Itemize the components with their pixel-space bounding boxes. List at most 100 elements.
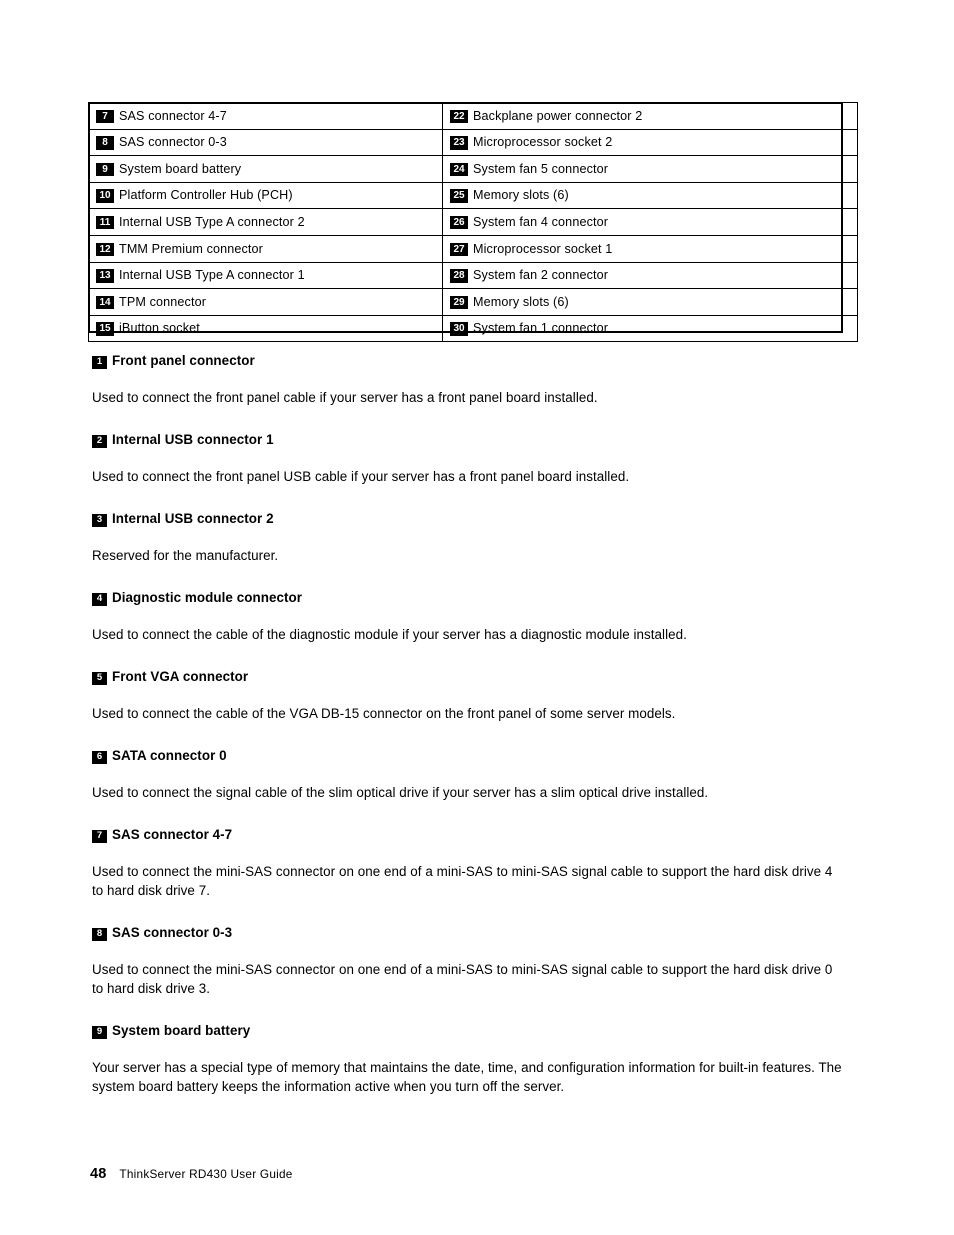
legend-cell-right: 26 System fan 4 connector bbox=[442, 208, 858, 236]
document-page: 7 SAS connector 4-7 22 Backplane power conn… bbox=[0, 0, 954, 1235]
section-heading: 4 Diagnostic module connector bbox=[92, 589, 844, 607]
callout-number-badge: 10 bbox=[96, 189, 114, 203]
callout-number-badge: 3 bbox=[92, 514, 107, 527]
callout-number-badge: 7 bbox=[92, 830, 107, 843]
legend-label: Platform Controller Hub (PCH) bbox=[119, 188, 293, 203]
legend-table: 7 SAS connector 4-7 22 Backplane power conn… bbox=[88, 102, 858, 343]
legend-cell-left: 13 Internal USB Type A connector 1 bbox=[88, 261, 443, 290]
section-heading-text: Front panel connector bbox=[112, 353, 255, 368]
callout-number-badge: 5 bbox=[92, 672, 107, 685]
section-heading: 7 SAS connector 4-7 bbox=[92, 826, 844, 844]
legend-label: System fan 2 connector bbox=[473, 268, 609, 283]
legend-label: Memory slots (6) bbox=[473, 188, 569, 203]
callout-number-badge: 28 bbox=[450, 269, 468, 283]
legend-label: iButton socket bbox=[119, 321, 200, 336]
section-heading: 1 Front panel connector bbox=[92, 352, 844, 370]
legend-cell-left: 12 TMM Premium connector bbox=[88, 234, 443, 263]
callout-number-badge: 4 bbox=[92, 593, 107, 606]
legend-cell-right: 27 Microprocessor socket 1 bbox=[442, 234, 858, 263]
page-footer: 48 ThinkServer RD430 User Guide bbox=[90, 1166, 293, 1182]
legend-label: Backplane power connector 2 bbox=[473, 108, 643, 123]
callout-number-badge: 26 bbox=[450, 215, 468, 230]
section-heading: 6 SATA connector 0 bbox=[92, 747, 844, 765]
section-body-text: Used to connect the front panel USB cabl… bbox=[92, 469, 630, 484]
heading-body-spacer bbox=[92, 844, 844, 862]
callout-number-badge: 7 bbox=[96, 109, 114, 124]
callout-number-badge: 22 bbox=[450, 109, 468, 124]
callout-number-badge: 27 bbox=[450, 242, 468, 257]
callout-number-badge: 14 bbox=[96, 295, 114, 310]
callout-number-badge: 6 bbox=[92, 751, 107, 764]
legend-cell-left: 10 Platform Controller Hub (PCH) bbox=[88, 181, 443, 210]
section-body-text: Used to connect the cable of the diagnos… bbox=[92, 627, 687, 642]
section-heading: 2 Internal USB connector 1 bbox=[92, 431, 844, 449]
section-body-text: Used to connect the signal cable of the … bbox=[92, 785, 709, 800]
table-row: 12 TMM Premium connector 27 Microprocessor … bbox=[88, 234, 858, 263]
section-body-text: Used to connect the mini-SAS connector o… bbox=[92, 962, 833, 996]
legend-cell-right: 30 System fan 1 connector bbox=[442, 314, 858, 343]
table-row: 15 iButton socket 30 System fan 1 connector bbox=[88, 314, 858, 343]
legend-cell-left: 7 SAS connector 4-7 bbox=[88, 102, 443, 130]
heading-body-spacer bbox=[92, 686, 844, 704]
section-heading-text: Internal USB connector 1 bbox=[112, 432, 274, 447]
section-heading: 9 System board battery bbox=[92, 1022, 844, 1040]
legend-cell-right: 25 Memory slots (6) bbox=[442, 181, 858, 210]
section-body-text: Your server has a special type of memory… bbox=[92, 1060, 842, 1094]
callout-number-badge: 24 bbox=[450, 162, 468, 177]
legend-label: TPM connector bbox=[119, 294, 207, 309]
legend-label: Internal USB Type A connector 2 bbox=[119, 214, 305, 229]
table-row: 9 System board battery 24 System fan 5 conn… bbox=[88, 155, 858, 183]
callout-number-badge: 13 bbox=[96, 269, 114, 283]
section-heading-text: SAS connector 0-3 bbox=[112, 925, 233, 940]
heading-body-spacer bbox=[92, 528, 844, 546]
legend-table-body: 7 SAS connector 4-7 22 Backplane power conn… bbox=[88, 102, 858, 343]
legend-label: System fan 4 connector bbox=[473, 214, 609, 229]
legend-cell-right: 22 Backplane power connector 2 bbox=[442, 102, 858, 130]
callout-number-badge: 25 bbox=[450, 189, 468, 203]
callout-number-badge: 2 bbox=[92, 435, 107, 448]
callout-number-badge: 9 bbox=[92, 1026, 107, 1039]
section-body-text: Reserved for the manufacturer. bbox=[92, 548, 279, 563]
legend-label: Memory slots (6) bbox=[473, 294, 569, 309]
heading-body-spacer bbox=[92, 607, 844, 625]
section-body-text: Used to connect the front panel cable if… bbox=[92, 390, 598, 405]
legend-cell-right: 24 System fan 5 connector bbox=[442, 155, 858, 183]
section-heading: 3 Internal USB connector 2 bbox=[92, 510, 844, 528]
table-row: 7 SAS connector 4-7 22 Backplane power conn… bbox=[88, 102, 858, 130]
legend-cell-right: 28 System fan 2 connector bbox=[442, 261, 858, 290]
guide-title: ThinkServer RD430 User Guide bbox=[119, 1167, 293, 1181]
heading-body-spacer bbox=[92, 765, 844, 783]
callout-number-badge: 8 bbox=[96, 136, 114, 150]
section-heading-text: Internal USB connector 2 bbox=[112, 511, 274, 526]
legend-label: Microprocessor socket 2 bbox=[473, 135, 613, 150]
callout-number-badge: 11 bbox=[96, 215, 114, 230]
table-row: 11 Internal USB Type A connector 2 26 Syste… bbox=[88, 208, 858, 236]
callout-number-badge: 29 bbox=[450, 295, 468, 310]
heading-body-spacer bbox=[92, 1040, 844, 1058]
legend-label: Internal USB Type A connector 1 bbox=[119, 268, 305, 283]
callout-number-badge: 30 bbox=[450, 322, 468, 336]
legend-label: SAS connector 4-7 bbox=[119, 108, 227, 123]
heading-body-spacer bbox=[92, 370, 844, 388]
callout-number-badge: 12 bbox=[96, 242, 114, 257]
legend-label: System fan 5 connector bbox=[473, 161, 609, 176]
callout-number-badge: 9 bbox=[96, 162, 114, 177]
page-number: 48 bbox=[90, 1166, 107, 1182]
section-heading-text: Diagnostic module connector bbox=[112, 590, 303, 605]
section-heading-text: System board battery bbox=[112, 1023, 251, 1038]
callout-number-badge: 1 bbox=[92, 356, 107, 369]
table-row: 10 Platform Controller Hub (PCH) 25 Memory … bbox=[88, 181, 858, 210]
section-heading-text: Front VGA connector bbox=[112, 669, 249, 684]
legend-label: TMM Premium connector bbox=[119, 241, 264, 256]
legend-label: System fan 1 connector bbox=[473, 321, 609, 336]
heading-body-spacer bbox=[92, 449, 844, 467]
legend-cell-right: 29 Memory slots (6) bbox=[442, 288, 858, 316]
